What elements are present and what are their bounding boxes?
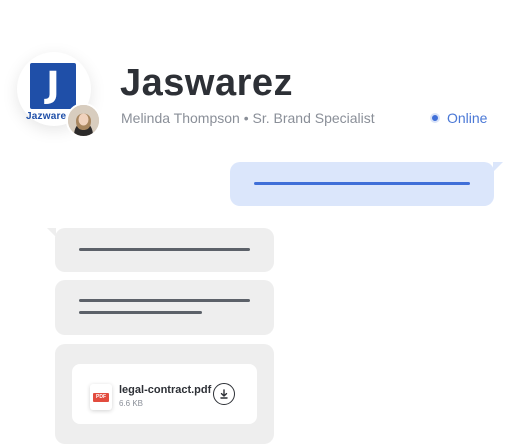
file-name: legal-contract.pdf [119,384,212,396]
contact-subtitle: Melinda Thompson • Sr. Brand Specialist [121,110,375,126]
file-size: 6.6 KB [119,399,144,408]
outgoing-message [230,162,503,206]
message-text-placeholder [79,248,250,251]
avatar [66,103,101,138]
pdf-file-icon: PDF [90,384,112,410]
download-button[interactable] [213,383,235,405]
message-text-placeholder [254,182,470,185]
incoming-message [55,280,274,335]
logo-glyph: J [46,65,60,106]
status-dot-icon [430,113,440,123]
status-label: Online [447,110,488,126]
message-text-placeholder [79,299,250,302]
download-icon [220,389,228,399]
bubble-tail [493,162,503,172]
page-title: Jaswarez [120,62,294,104]
file-attachment[interactable]: PDF legal-contract.pdf 6.6 KB [72,364,257,424]
message-text-placeholder [79,311,202,314]
incoming-message [47,228,274,272]
incoming-file-message: PDF legal-contract.pdf 6.6 KB [55,344,274,444]
pdf-badge: PDF [93,393,109,402]
bubble-tail [47,228,56,237]
status-indicator: Online [430,109,487,127]
logo-mark: J [30,63,76,109]
